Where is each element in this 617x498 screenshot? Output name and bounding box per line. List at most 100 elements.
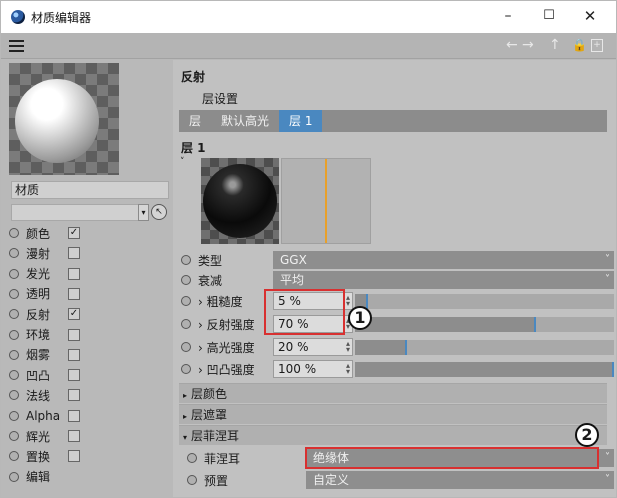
channel-item[interactable]: 透明: [9, 284, 80, 304]
forward-arrow-icon[interactable]: →: [522, 37, 534, 53]
channel-item[interactable]: 反射 ✓: [9, 304, 80, 324]
layer-name: 层 1: [181, 141, 206, 155]
reflect-strength-slider[interactable]: [355, 317, 614, 332]
group-layer-mask[interactable]: ▸ 层遮罩: [179, 404, 607, 424]
animate-dot-icon[interactable]: [9, 228, 19, 238]
tab-default-specular[interactable]: 默认高光: [211, 110, 279, 132]
animate-dot-icon[interactable]: [181, 342, 191, 352]
roughness-row: › 粗糙度 5 % ▴ ▾: [181, 291, 616, 311]
animate-dot-icon[interactable]: [187, 453, 197, 463]
channel-item[interactable]: 烟雾: [9, 345, 80, 365]
channel-item[interactable]: Alpha: [9, 406, 80, 426]
channel-checkbox[interactable]: [68, 369, 80, 382]
menu-icon[interactable]: [9, 40, 24, 52]
channel-item[interactable]: 环境: [9, 325, 80, 345]
material-editor-window: 材质编辑器 – ☐ ✕ ← → ↑ 🔒 + 材质 ▾ ↖ 颜色 ✓ 漫射 发光 透明 反射…: [0, 0, 617, 498]
animate-dot-icon[interactable]: [181, 275, 191, 285]
tab-layer-1[interactable]: 层 1: [279, 110, 323, 132]
expand-triangle-icon: ▸: [183, 412, 188, 421]
animate-dot-icon[interactable]: [181, 364, 191, 374]
tab-layer[interactable]: 层: [179, 110, 211, 132]
channel-checkbox[interactable]: [68, 287, 80, 300]
up-arrow-icon[interactable]: ↑: [549, 37, 561, 53]
new-window-icon[interactable]: +: [591, 39, 603, 52]
group-layer-fresnel[interactable]: ▾ 层菲涅耳: [179, 425, 607, 445]
animate-dot-icon[interactable]: [181, 255, 191, 265]
animate-dot-icon[interactable]: [9, 410, 19, 421]
specular-strength-slider-handle[interactable]: [404, 340, 407, 355]
animate-dot-icon[interactable]: [181, 296, 191, 306]
channel-item[interactable]: 辉光: [9, 426, 80, 446]
animate-dot-icon[interactable]: [181, 319, 191, 329]
falloff-graph: [281, 158, 371, 244]
channel-checkbox[interactable]: [68, 328, 80, 341]
specular-strength-slider[interactable]: [355, 340, 614, 355]
roughness-slider[interactable]: [355, 294, 614, 309]
animate-dot-icon[interactable]: [9, 471, 19, 482]
close-button[interactable]: ✕: [580, 7, 600, 25]
attenuation-label: 衰减: [198, 273, 223, 288]
channel-item[interactable]: 法线: [9, 385, 80, 405]
chevron-down-icon[interactable]: ▾: [138, 204, 149, 221]
material-preview[interactable]: [9, 63, 119, 175]
channel-item[interactable]: 凹凸: [9, 365, 80, 385]
lock-icon[interactable]: 🔒: [572, 37, 587, 53]
channel-item[interactable]: 颜色 ✓: [9, 223, 80, 243]
reflect-strength-row: › 反射强度 70 % ▴▾: [181, 314, 616, 334]
chevron-down-icon: ˅: [605, 474, 610, 485]
channel-checkbox[interactable]: [68, 389, 80, 402]
preset-select[interactable]: 自定义 ˅: [306, 471, 614, 489]
specular-strength-row: › 高光强度 20 % ▴ ▾: [181, 337, 616, 357]
channel-checkbox[interactable]: [68, 409, 80, 422]
animate-dot-icon[interactable]: [9, 268, 19, 279]
group-layer-mask-label: 层遮罩: [191, 408, 228, 422]
channel-item[interactable]: 置换: [9, 446, 80, 466]
animate-dot-icon[interactable]: [9, 451, 19, 462]
group-layer-color[interactable]: ▸ 层颜色: [179, 383, 607, 403]
animate-dot-icon[interactable]: [9, 431, 19, 441]
channel-checkbox[interactable]: [68, 450, 80, 463]
type-select[interactable]: GGX ˅: [273, 251, 614, 269]
preset-label: 预置: [204, 473, 229, 488]
channel-checkbox[interactable]: [68, 247, 80, 260]
picker-icon[interactable]: ↖: [151, 204, 167, 220]
maximize-button[interactable]: ☐: [539, 7, 559, 25]
preview-sphere-ball: [15, 79, 99, 163]
channel-item[interactable]: 发光: [9, 264, 80, 284]
group-layer-fresnel-label: 层菲涅耳: [191, 429, 240, 443]
material-name-field[interactable]: 材质: [11, 181, 169, 199]
channel-checkbox[interactable]: [68, 348, 80, 361]
channel-checkbox[interactable]: [68, 430, 80, 442]
animate-dot-icon[interactable]: [187, 475, 197, 485]
attenuation-select[interactable]: 平均 ˅: [273, 271, 614, 289]
channel-checkbox[interactable]: ✓: [68, 227, 80, 239]
collapse-arrow-icon[interactable]: ˅: [180, 157, 185, 167]
reflect-strength-slider-handle[interactable]: [534, 317, 537, 332]
channel-item[interactable]: 编辑: [9, 467, 68, 487]
animate-dot-icon[interactable]: [9, 370, 19, 381]
material-combo[interactable]: [11, 204, 147, 221]
stepper-icon[interactable]: ▴▾: [346, 362, 350, 376]
bump-strength-slider-handle[interactable]: [612, 362, 614, 377]
channel-item[interactable]: 漫射: [9, 243, 80, 263]
minimize-button[interactable]: –: [498, 7, 518, 25]
stepper-icon[interactable]: ▴▾: [346, 340, 350, 354]
animate-dot-icon[interactable]: [9, 349, 19, 360]
specular-strength-input[interactable]: 20 % ▴ ▾: [273, 338, 353, 356]
highlight-box-2: [305, 447, 599, 469]
channel-checkbox[interactable]: [68, 267, 80, 280]
bump-strength-input[interactable]: 100 % ▴ ▾: [273, 360, 353, 378]
stepper-icon[interactable]: ▴▾: [346, 294, 350, 308]
animate-dot-icon[interactable]: [9, 248, 19, 259]
channel-checkbox[interactable]: ✓: [68, 308, 80, 321]
back-arrow-icon[interactable]: ←: [506, 37, 518, 53]
right-panel: 反射 层设置 层 默认高光 层 1 层 1 ˅ 类型 GGX ˅ 衰减 平均 ˅…: [173, 60, 616, 497]
animate-dot-icon[interactable]: [9, 288, 19, 299]
bump-strength-slider[interactable]: [355, 362, 614, 377]
animate-dot-icon[interactable]: [9, 390, 19, 401]
app-icon: [11, 10, 25, 24]
preset-row: 预置 自定义 ˅: [187, 470, 616, 490]
layer-preview[interactable]: [201, 158, 279, 244]
animate-dot-icon[interactable]: [9, 329, 19, 340]
animate-dot-icon[interactable]: [9, 309, 19, 320]
